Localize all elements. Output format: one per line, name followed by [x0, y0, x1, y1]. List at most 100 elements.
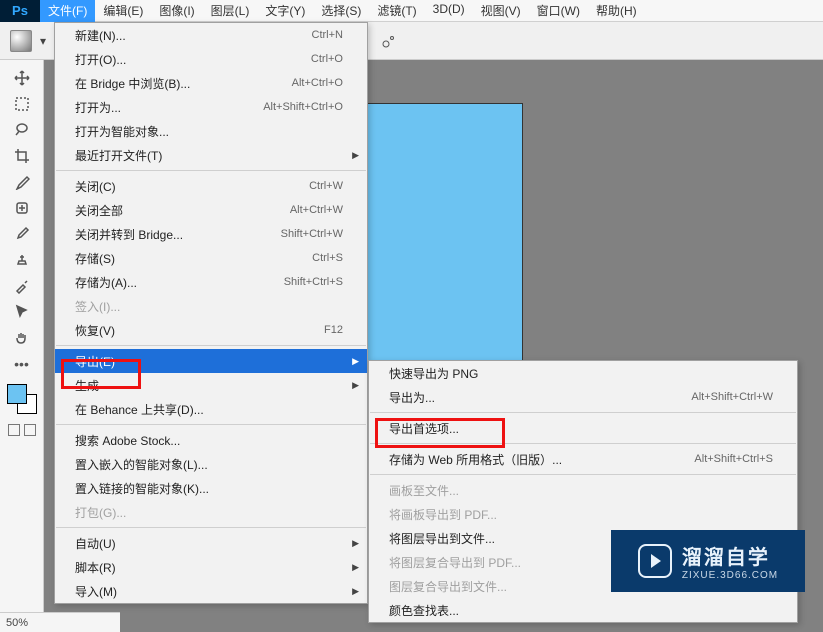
healing-brush-tool[interactable] — [10, 196, 34, 220]
path-selection-tool[interactable] — [10, 300, 34, 324]
crop-tool[interactable] — [10, 144, 34, 168]
brush-dropdown-arrow[interactable]: ▾ — [40, 34, 46, 48]
menu-separator — [56, 170, 366, 171]
menu-item-label: 画板至文件... — [389, 482, 773, 499]
menu-item[interactable]: 存储为(A)...Shift+Ctrl+S — [55, 270, 367, 294]
menu-item[interactable]: 脚本(R) ▶ — [55, 555, 367, 579]
menu-图层[interactable]: 图层(L) — [203, 0, 258, 22]
eyedropper-tool[interactable] — [10, 170, 34, 194]
menu-item-shortcut: Alt+Shift+Ctrl+W — [691, 391, 773, 403]
menu-item[interactable]: 生成▶ — [55, 373, 367, 397]
menu-item-label: 生成 — [75, 377, 343, 394]
menu-item-label: 导出(E) — [75, 353, 343, 370]
menu-item-label: 最近打开文件(T) — [75, 147, 343, 164]
menu-图像[interactable]: 图像(I) — [151, 0, 202, 22]
menu-item-label: 自动(U) — [75, 535, 343, 552]
clone-stamp-tool[interactable] — [10, 248, 34, 272]
menu-item-label: 置入嵌入的智能对象(L)... — [75, 456, 343, 473]
menu-item: 画板至文件... — [369, 478, 797, 502]
lasso-tool[interactable] — [10, 118, 34, 142]
watermark-badge: 溜溜自学 ZIXUE.3D66.COM — [611, 530, 805, 592]
menu-item-shortcut: Ctrl+S — [312, 252, 343, 264]
zoom-level[interactable]: 50% — [6, 617, 28, 629]
menu-item-label: 打开为智能对象... — [75, 123, 343, 140]
menu-item[interactable]: 最近打开文件(T) ▶ — [55, 143, 367, 167]
menu-item-shortcut: F12 — [324, 324, 343, 336]
menu-item[interactable]: 打开为智能对象... — [55, 119, 367, 143]
menu-item[interactable]: 存储为 Web 所用格式（旧版）...Alt+Shift+Ctrl+S — [369, 447, 797, 471]
menu-编辑[interactable]: 编辑(E) — [95, 0, 151, 22]
menu-item[interactable]: 快速导出为 PNG — [369, 361, 797, 385]
menu-窗口[interactable]: 窗口(W) — [529, 0, 588, 22]
menu-item[interactable]: 导出为...Alt+Shift+Ctrl+W — [369, 385, 797, 409]
menu-文件[interactable]: 文件(F) — [40, 0, 95, 22]
menu-separator — [56, 424, 366, 425]
watermark-title: 溜溜自学 — [682, 541, 770, 570]
menu-item[interactable]: 置入链接的智能对象(K)... — [55, 476, 367, 500]
menu-item-label: 快速导出为 PNG — [389, 365, 773, 382]
menu-item[interactable]: 导出首选项... — [369, 416, 797, 440]
menu-item-shortcut: Alt+Shift+Ctrl+O — [263, 101, 343, 113]
menu-文字[interactable]: 文字(Y) — [257, 0, 313, 22]
pressure-size-icon[interactable] — [381, 33, 397, 49]
menu-item[interactable]: 颜色查找表... — [369, 598, 797, 622]
menu-item-label: 打开(O)... — [75, 51, 311, 68]
menu-item-label: 存储(S) — [75, 250, 312, 267]
menu-item-label: 新建(N)... — [75, 27, 312, 44]
menu-item[interactable]: 关闭全部Alt+Ctrl+W — [55, 198, 367, 222]
menu-item-label: 搜索 Adobe Stock... — [75, 432, 343, 449]
marquee-tool[interactable] — [10, 92, 34, 116]
submenu-arrow-icon: ▶ — [352, 150, 359, 161]
tools-panel: ••• — [0, 60, 44, 632]
menu-item-label: 导出为... — [389, 389, 691, 406]
brush-preset-swatch[interactable] — [10, 30, 32, 52]
brush-tool[interactable] — [10, 222, 34, 246]
menu-separator — [370, 412, 796, 413]
menu-item[interactable]: 关闭(C)Ctrl+W — [55, 174, 367, 198]
menu-item[interactable]: 在 Behance 上共享(D)... — [55, 397, 367, 421]
menu-item-label: 关闭并转到 Bridge... — [75, 226, 281, 243]
menu-item[interactable]: 搜索 Adobe Stock... — [55, 428, 367, 452]
watermark-subtitle: ZIXUE.3D66.COM — [682, 570, 778, 581]
menu-item[interactable]: 置入嵌入的智能对象(L)... — [55, 452, 367, 476]
menu-item[interactable]: 新建(N)...Ctrl+N — [55, 23, 367, 47]
menu-item-label: 脚本(R) — [75, 559, 343, 576]
menu-item-label: 置入链接的智能对象(K)... — [75, 480, 343, 497]
move-tool[interactable] — [10, 66, 34, 90]
menu-选择[interactable]: 选择(S) — [313, 0, 369, 22]
menu-滤镜[interactable]: 滤镜(T) — [369, 0, 424, 22]
menu-item[interactable]: 在 Bridge 中浏览(B)...Alt+Ctrl+O — [55, 71, 367, 95]
menu-item[interactable]: 打开(O)...Ctrl+O — [55, 47, 367, 71]
submenu-arrow-icon: ▶ — [352, 562, 359, 573]
foreground-color[interactable] — [7, 384, 27, 404]
quickmask-toggle[interactable] — [8, 424, 36, 436]
menu-item-label: 关闭全部 — [75, 202, 290, 219]
hand-tool[interactable] — [10, 326, 34, 350]
menu-item[interactable]: 存储(S)Ctrl+S — [55, 246, 367, 270]
menu-item-label: 在 Bridge 中浏览(B)... — [75, 75, 292, 92]
menu-item-label: 关闭(C) — [75, 178, 309, 195]
menu-3d[interactable]: 3D(D) — [425, 0, 473, 22]
dots-tool[interactable]: ••• — [10, 352, 34, 376]
menu-item-label: 在 Behance 上共享(D)... — [75, 401, 343, 418]
app-logo: Ps — [0, 0, 40, 22]
menu-item[interactable]: 自动(U) ▶ — [55, 531, 367, 555]
menu-item-shortcut: Ctrl+W — [309, 180, 343, 192]
menu-item-label: 导入(M) — [75, 583, 343, 600]
submenu-arrow-icon: ▶ — [352, 538, 359, 549]
menu-item[interactable]: 关闭并转到 Bridge...Shift+Ctrl+W — [55, 222, 367, 246]
menu-item-shortcut: Alt+Ctrl+W — [290, 204, 343, 216]
menu-视图[interactable]: 视图(V) — [473, 0, 529, 22]
menu-item[interactable]: 打开为...Alt+Shift+Ctrl+O — [55, 95, 367, 119]
status-bar: 50% — [0, 612, 120, 632]
menu-separator — [56, 527, 366, 528]
color-swatches[interactable] — [7, 384, 37, 414]
menu-item[interactable]: 导入(M)▶ — [55, 579, 367, 603]
menu-item[interactable]: 导出(E)▶ — [55, 349, 367, 373]
menu-item[interactable]: 恢复(V)F12 — [55, 318, 367, 342]
menu-item-label: 存储为(A)... — [75, 274, 284, 291]
history-brush-tool[interactable] — [10, 274, 34, 298]
menu-item-shortcut: Alt+Ctrl+O — [292, 77, 343, 89]
menu-item-label: 导出首选项... — [389, 420, 773, 437]
menu-帮助[interactable]: 帮助(H) — [588, 0, 645, 22]
